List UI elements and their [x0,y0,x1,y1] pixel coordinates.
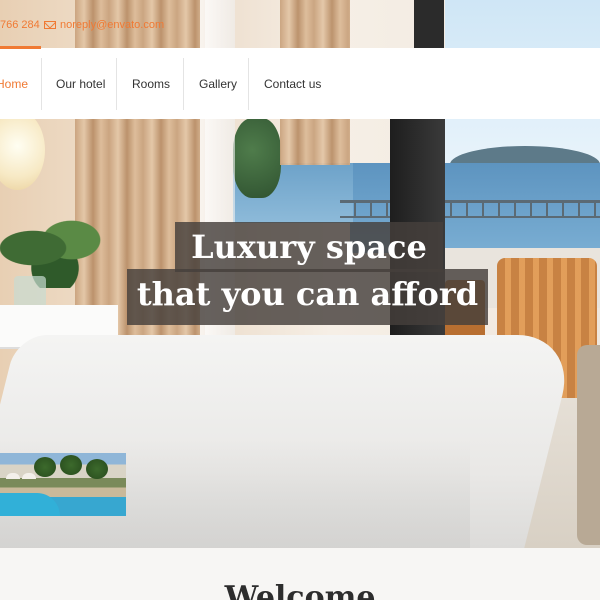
nav-our-hotel[interactable]: Our hotel [56,48,105,119]
thumbnail-umbrella [6,473,20,479]
thumbnail-palm [34,457,56,477]
main-navigation: Home Our hotel Rooms Gallery Contact us [0,46,600,119]
slider-thumbnail[interactable] [0,453,126,516]
nav-contact-us[interactable]: Contact us [264,48,321,119]
hero-headline-line2: that you can afford [127,269,488,325]
nav-divider [248,58,249,110]
armchair [577,345,600,545]
thumbnail-palm [86,459,108,479]
thumbnail-pool [0,493,60,516]
top-contact-bar: 766 284 noreply@envato.com [0,0,600,48]
thumbnail-palm [60,455,82,475]
tree [233,118,281,198]
phone-number[interactable]: 766 284 [0,19,40,31]
nav-gallery[interactable]: Gallery [199,48,237,119]
welcome-section: Welcome [0,548,600,600]
email-icon [44,21,56,29]
nav-divider [183,58,184,110]
welcome-title: Welcome [224,580,376,600]
nav-rooms[interactable]: Rooms [132,48,170,119]
nav-divider [116,58,117,110]
nav-home[interactable]: Home [0,48,28,119]
nav-divider [41,58,42,110]
balcony-railing [340,200,600,218]
email-address[interactable]: noreply@envato.com [60,19,164,31]
hero-headline-line1: Luxury space [175,222,443,272]
email-contact[interactable]: noreply@envato.com [44,19,164,31]
thumbnail-umbrella [22,473,36,479]
